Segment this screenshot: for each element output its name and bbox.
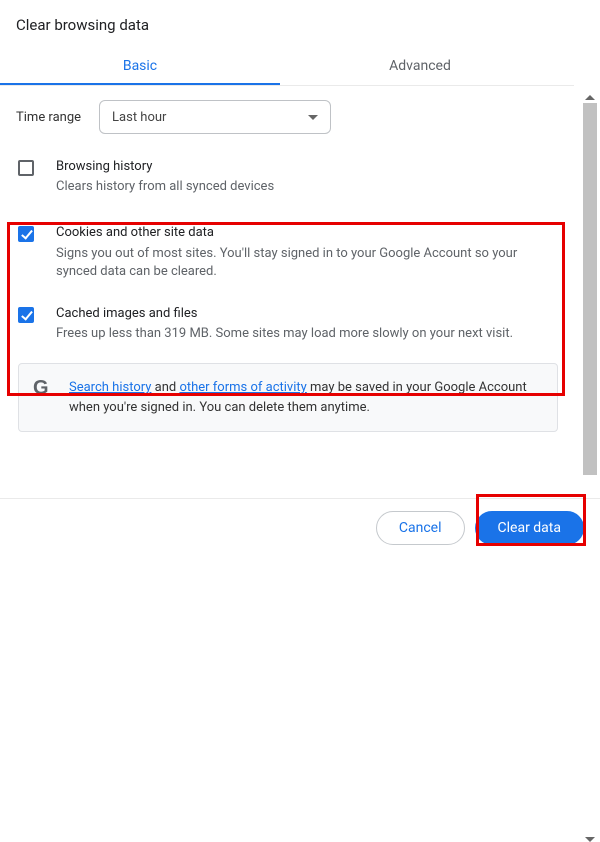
time-range-row: Time range Last hour (0, 86, 574, 144)
other-activity-link[interactable]: other forms of activity (179, 380, 306, 395)
option-description: Signs you out of most sites. You'll stay… (56, 245, 558, 281)
clear-browsing-data-dialog: Clear browsing data Basic Advanced Time … (0, 0, 600, 557)
search-history-link[interactable]: Search history (69, 380, 151, 395)
chevron-down-icon (308, 115, 318, 120)
option-description: Frees up less than 319 MB. Some sites ma… (56, 325, 513, 343)
clear-data-button[interactable]: Clear data (475, 511, 584, 545)
scroll-down-icon (585, 837, 595, 842)
option-title: Browsing history (56, 158, 274, 176)
google-account-info: G Search history and other forms of acti… (18, 363, 558, 432)
dialog-footer: Cancel Clear data (0, 498, 600, 557)
option-text: Browsing history Clears history from all… (56, 158, 274, 196)
option-text: Cached images and files Frees up less th… (56, 305, 513, 343)
google-icon: G (33, 378, 55, 398)
cancel-button[interactable]: Cancel (376, 511, 465, 545)
browsing-history-checkbox[interactable] (18, 160, 34, 176)
option-title: Cookies and other site data (56, 224, 558, 242)
tab-advanced[interactable]: Advanced (280, 48, 560, 86)
info-text: Search history and other forms of activi… (69, 378, 543, 417)
option-text: Cookies and other site data Signs you ou… (56, 224, 558, 281)
tabs: Basic Advanced (0, 48, 560, 86)
tab-basic[interactable]: Basic (0, 48, 280, 86)
time-range-value: Last hour (112, 110, 166, 125)
option-browsing-history: Browsing history Clears history from all… (0, 144, 574, 200)
option-description: Clears history from all synced devices (56, 178, 274, 196)
dialog-content: Time range Last hour Browsing history Cl… (0, 85, 574, 432)
cookies-checkbox[interactable] (18, 226, 34, 242)
info-text-part: and (151, 380, 179, 395)
option-cookies: Cookies and other site data Signs you ou… (0, 200, 574, 285)
scrollbar[interactable] (582, 92, 598, 492)
scroll-up-icon (585, 95, 595, 100)
option-cache: Cached images and files Frees up less th… (0, 285, 574, 347)
dialog-title: Clear browsing data (0, 0, 600, 48)
cache-checkbox[interactable] (18, 307, 34, 323)
time-range-select[interactable]: Last hour (99, 100, 331, 134)
option-title: Cached images and files (56, 305, 513, 323)
scrollbar-thumb[interactable] (583, 103, 597, 475)
time-range-label: Time range (16, 110, 81, 125)
